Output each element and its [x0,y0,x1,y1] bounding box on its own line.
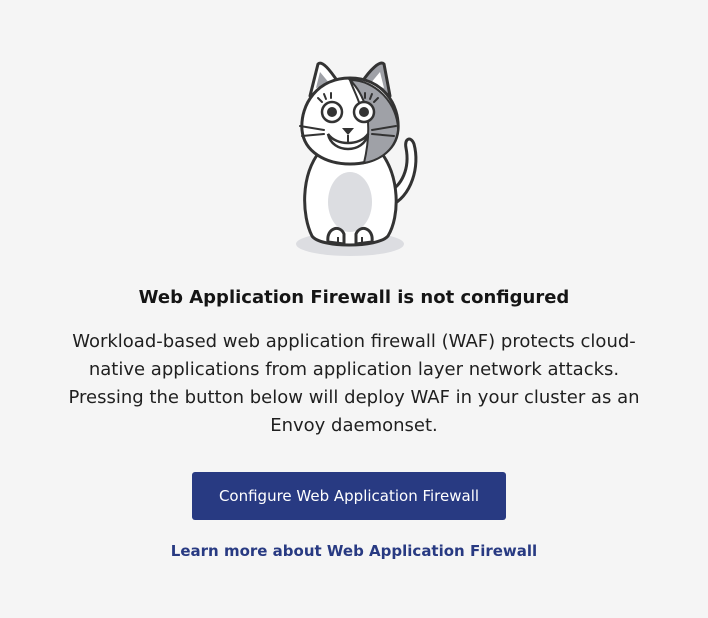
description-text: Workload-based web application firewall … [68,331,640,436]
page-title: Web Application Firewall is not configur… [138,287,570,308]
cat-mascot-illustration [296,61,418,256]
waf-empty-state: Web Application Firewall is not configur… [0,0,708,618]
configure-waf-button[interactable]: Configure Web Application Firewall [192,472,506,520]
learn-more-link[interactable]: Learn more about Web Application Firewal… [0,541,708,561]
